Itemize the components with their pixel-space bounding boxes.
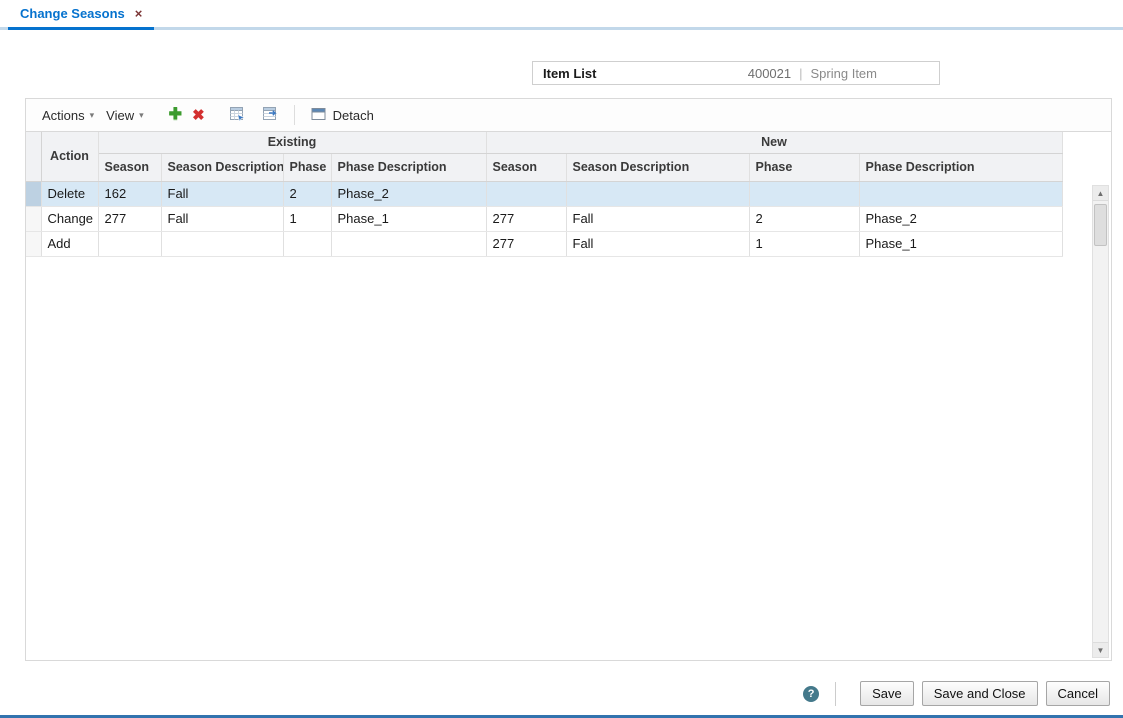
- footer-bar: ? Save Save and Close Cancel: [803, 681, 1110, 706]
- column-header-new-phase-description[interactable]: Phase Description: [859, 153, 1063, 182]
- save-button[interactable]: Save: [860, 681, 914, 706]
- cell-action[interactable]: Add: [41, 231, 99, 257]
- cell-existing-season[interactable]: 162: [98, 181, 162, 207]
- detach-icon: [311, 107, 327, 124]
- cell-new-phase[interactable]: 2: [749, 206, 860, 232]
- tab-close-icon[interactable]: ×: [135, 7, 143, 20]
- actions-menu-label: Actions: [42, 107, 85, 123]
- cell-new-phase[interactable]: 1: [749, 231, 860, 257]
- export-to-excel-icon: [229, 106, 246, 125]
- column-header-action[interactable]: Action: [41, 132, 99, 182]
- wrap-icon: [262, 106, 279, 125]
- help-icon[interactable]: ?: [803, 685, 820, 702]
- save-and-close-button[interactable]: Save and Close: [921, 681, 1038, 706]
- cell-existing-phase-description[interactable]: [331, 231, 487, 257]
- add-row-button[interactable]: ✚: [164, 105, 187, 125]
- item-list-separator: |: [799, 65, 803, 81]
- cell-existing-season[interactable]: [98, 231, 162, 257]
- column-header-existing-season[interactable]: Season: [98, 153, 162, 182]
- row-selector-header: [26, 132, 42, 182]
- row-selector[interactable]: [26, 181, 42, 207]
- column-header-existing-season-description[interactable]: Season Description: [161, 153, 284, 182]
- column-header-existing-phase[interactable]: Phase: [283, 153, 332, 182]
- scrollbar-thumb[interactable]: [1094, 204, 1107, 246]
- cell-existing-phase[interactable]: 2: [283, 181, 332, 207]
- chevron-down-icon: ▾: [89, 109, 95, 120]
- export-to-excel-button[interactable]: [224, 104, 251, 127]
- detach-button[interactable]: Detach: [305, 103, 380, 128]
- cell-existing-season-description[interactable]: [161, 231, 284, 257]
- scroll-down-icon[interactable]: ▼: [1093, 642, 1108, 657]
- cell-existing-season-description[interactable]: Fall: [161, 206, 284, 232]
- add-icon: ✚: [168, 106, 183, 123]
- cell-new-season-description[interactable]: [566, 181, 750, 207]
- cell-action[interactable]: Change: [41, 206, 99, 232]
- cell-new-phase-description[interactable]: Phase_2: [859, 206, 1063, 232]
- table-toolbar: Actions ▾ View ▾ ✚ ✖ Detach: [26, 99, 1111, 132]
- cell-existing-season-description[interactable]: Fall: [161, 181, 284, 207]
- cell-existing-phase[interactable]: [283, 231, 332, 257]
- toolbar-separator: [293, 105, 295, 125]
- cancel-button[interactable]: Cancel: [1045, 681, 1110, 706]
- group-header-new: New: [486, 132, 1063, 154]
- view-menu-label: View: [106, 107, 135, 123]
- group-header-existing: Existing: [98, 132, 487, 154]
- delete-row-button[interactable]: ✖: [187, 106, 210, 125]
- view-menu-button[interactable]: View ▾: [100, 104, 149, 127]
- cell-new-phase[interactable]: [749, 181, 860, 207]
- column-header-row: Season Season Description Phase Phase De…: [26, 153, 1063, 182]
- tab-change-seasons[interactable]: Change Seasons ×: [8, 0, 155, 30]
- table-panel: Actions ▾ View ▾ ✚ ✖ Detach Action Exist…: [25, 98, 1112, 661]
- footer-divider: [835, 681, 837, 706]
- item-list-description: Spring Item: [810, 65, 877, 81]
- delete-icon: ✖: [192, 106, 205, 124]
- table-row[interactable]: Change 277 Fall 1 Phase_1 277 Fall 2 Pha…: [26, 206, 1063, 232]
- cell-new-season-description[interactable]: Fall: [566, 206, 750, 232]
- table-row[interactable]: Delete 162 Fall 2 Phase_2: [26, 181, 1063, 207]
- row-selector[interactable]: [26, 231, 42, 257]
- change-seasons-table: Action Existing New Season Season Descri…: [26, 132, 1063, 257]
- cell-action[interactable]: Delete: [41, 181, 99, 207]
- row-selector[interactable]: [26, 206, 42, 232]
- item-list-value: 400021: [747, 65, 792, 81]
- chevron-down-icon: ▾: [139, 109, 144, 120]
- item-list-label: Item List: [543, 65, 597, 81]
- actions-menu-button[interactable]: Actions ▾: [36, 104, 100, 127]
- cell-new-season[interactable]: [486, 181, 567, 207]
- scroll-up-icon[interactable]: ▲: [1093, 186, 1108, 201]
- column-header-existing-phase-description[interactable]: Phase Description: [331, 153, 487, 182]
- tab-bar: Change Seasons ×: [0, 0, 1123, 30]
- column-header-new-season[interactable]: Season: [486, 153, 567, 182]
- cell-existing-phase-description[interactable]: Phase_2: [331, 181, 487, 207]
- table-row[interactable]: Add 277 Fall 1 Phase_1: [26, 231, 1063, 257]
- cell-new-season[interactable]: 277: [486, 206, 567, 232]
- column-header-new-phase[interactable]: Phase: [749, 153, 860, 182]
- detach-label: Detach: [332, 107, 374, 123]
- column-header-new-season-description[interactable]: Season Description: [566, 153, 750, 182]
- tab-title: Change Seasons: [20, 6, 125, 21]
- cell-new-season[interactable]: 277: [486, 231, 567, 257]
- cell-new-phase-description[interactable]: Phase_1: [859, 231, 1063, 257]
- cell-existing-phase[interactable]: 1: [283, 206, 332, 232]
- item-list-header: Item List 400021 | Spring Item: [532, 61, 940, 85]
- cell-new-phase-description[interactable]: [859, 181, 1063, 207]
- group-header-row: Action Existing New: [26, 132, 1063, 182]
- cell-existing-season[interactable]: 277: [98, 206, 162, 232]
- vertical-scrollbar[interactable]: ▲ ▼: [1092, 185, 1109, 658]
- wrap-button[interactable]: [257, 104, 284, 127]
- cell-new-season-description[interactable]: Fall: [566, 231, 750, 257]
- cell-existing-phase-description[interactable]: Phase_1: [331, 206, 487, 232]
